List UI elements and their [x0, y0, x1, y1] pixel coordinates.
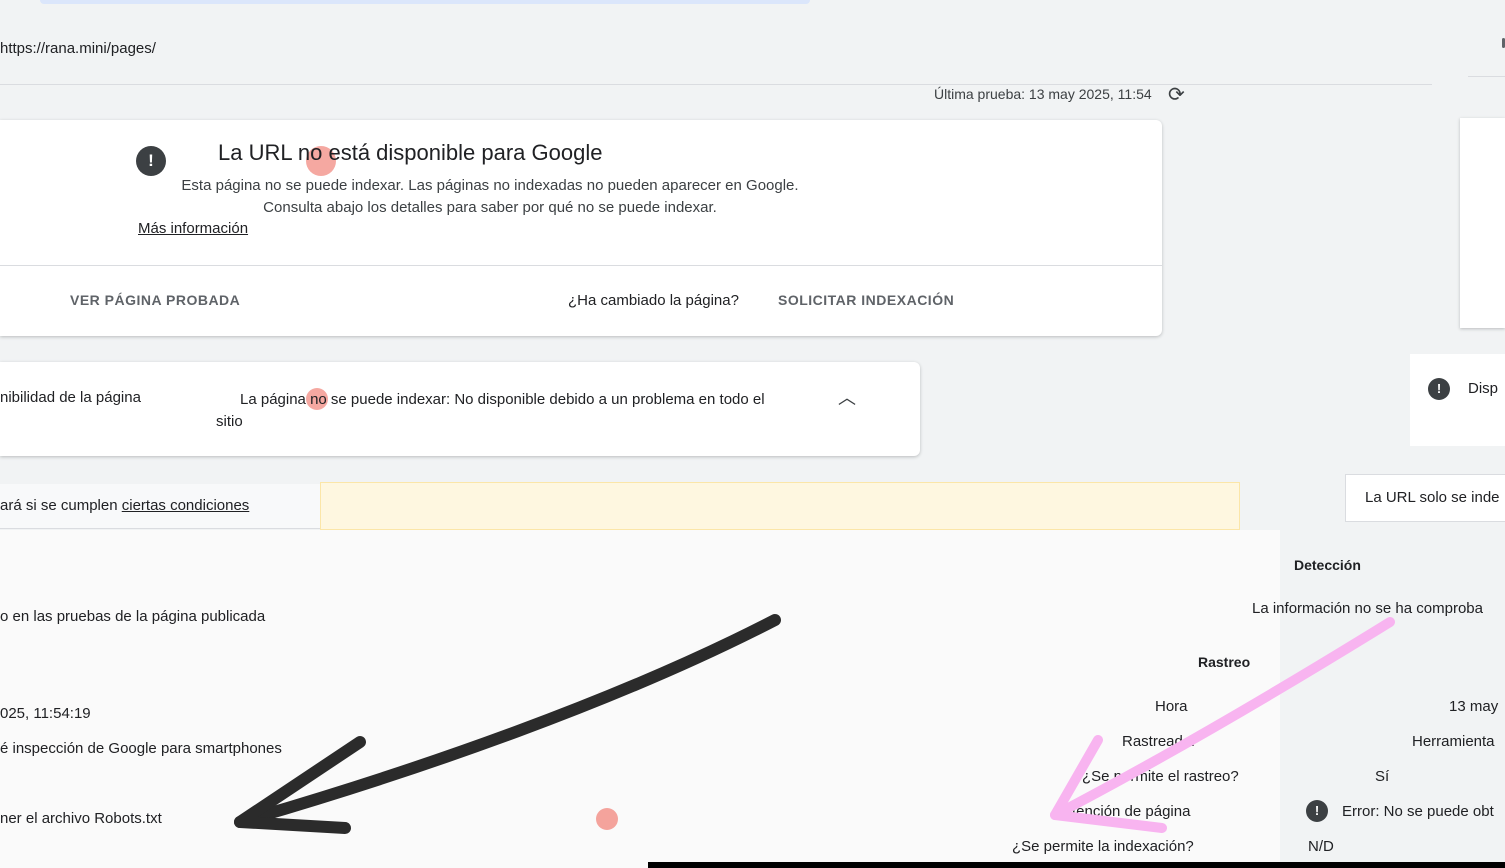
conditions-link[interactable]: ciertas condiciones	[122, 497, 250, 514]
row-label-crawler: Rastreador	[1122, 733, 1197, 750]
conditions-text: ará si se cumplen ciertas condiciones	[0, 497, 249, 514]
tested-note: o en las pruebas de la página publicada	[0, 608, 266, 625]
availability-value-line2: sitio	[216, 413, 243, 430]
chevron-up-icon[interactable]: ︿	[838, 384, 856, 410]
robots-error: ner el archivo Robots.txt	[0, 810, 162, 827]
availability-value: La página no se puede indexar: No dispon…	[216, 389, 816, 433]
right-availability-text: Disp	[1468, 380, 1499, 397]
status-description: Esta página no se puede indexar. Las pág…	[181, 177, 799, 216]
crawler-name: é inspección de Google para smartphones	[0, 740, 282, 757]
request-indexing-button[interactable]: SOLICITAR INDEXACIÓN	[778, 292, 954, 308]
row-value-indexing-allowed: N/D	[1308, 838, 1334, 855]
refresh-icon[interactable]: ⟳	[1168, 84, 1190, 106]
row-label-page-fetch: Obtención de página	[1052, 803, 1191, 820]
detection-header: Detección	[1294, 557, 1361, 573]
row-value-crawl-allowed: Sí	[1375, 768, 1390, 785]
card-divider	[0, 265, 1162, 266]
more-info-link[interactable]: Más información	[138, 220, 248, 237]
availability-label: nibilidad de la página	[0, 389, 141, 406]
warning-icon: !	[1428, 378, 1450, 400]
conditions-prefix: ará si se cumplen	[0, 497, 122, 514]
inspected-url: https://rana.mini/pages/	[0, 40, 156, 57]
error-icon	[596, 808, 618, 830]
right-tab[interactable]	[1468, 0, 1505, 77]
right-availability-card[interactable]	[1410, 354, 1505, 446]
availability-value-line1: La página no se puede indexar: No dispon…	[240, 391, 765, 408]
top-search-bar[interactable]	[40, 0, 810, 4]
row-value-time: 13 may	[1449, 698, 1499, 715]
view-tested-page-button[interactable]: VER PÁGINA PROBADA	[70, 292, 240, 308]
header-divider	[0, 84, 1432, 85]
row-label-time: Hora	[1155, 698, 1188, 715]
crawl-header: Rastreo	[1198, 654, 1251, 670]
detection-value: La información no se ha comproba	[1252, 600, 1483, 617]
last-test-timestamp: Última prueba: 13 may 2025, 11:54	[934, 86, 1152, 102]
row-label-indexing-allowed: ¿Se permite la indexación?	[1012, 838, 1194, 855]
row-label-crawl-allowed: ¿Se permite el rastreo?	[1082, 768, 1239, 785]
row-value-crawler: Herramienta	[1412, 733, 1495, 750]
warning-icon: !	[136, 146, 166, 176]
crawl-time: 025, 11:54:19	[0, 705, 91, 722]
page-changed-question: ¿Ha cambiado la página?	[568, 292, 739, 309]
status-title: La URL no está disponible para Google	[218, 140, 603, 165]
warning-banner	[320, 482, 1240, 530]
right-status-card	[1460, 118, 1505, 328]
row-value-page-fetch: Error: No se puede obt	[1342, 803, 1494, 820]
right-url-only-text: La URL solo se inde	[1365, 489, 1500, 506]
bottom-black-bar	[648, 862, 1505, 868]
error-icon: !	[1306, 800, 1328, 822]
